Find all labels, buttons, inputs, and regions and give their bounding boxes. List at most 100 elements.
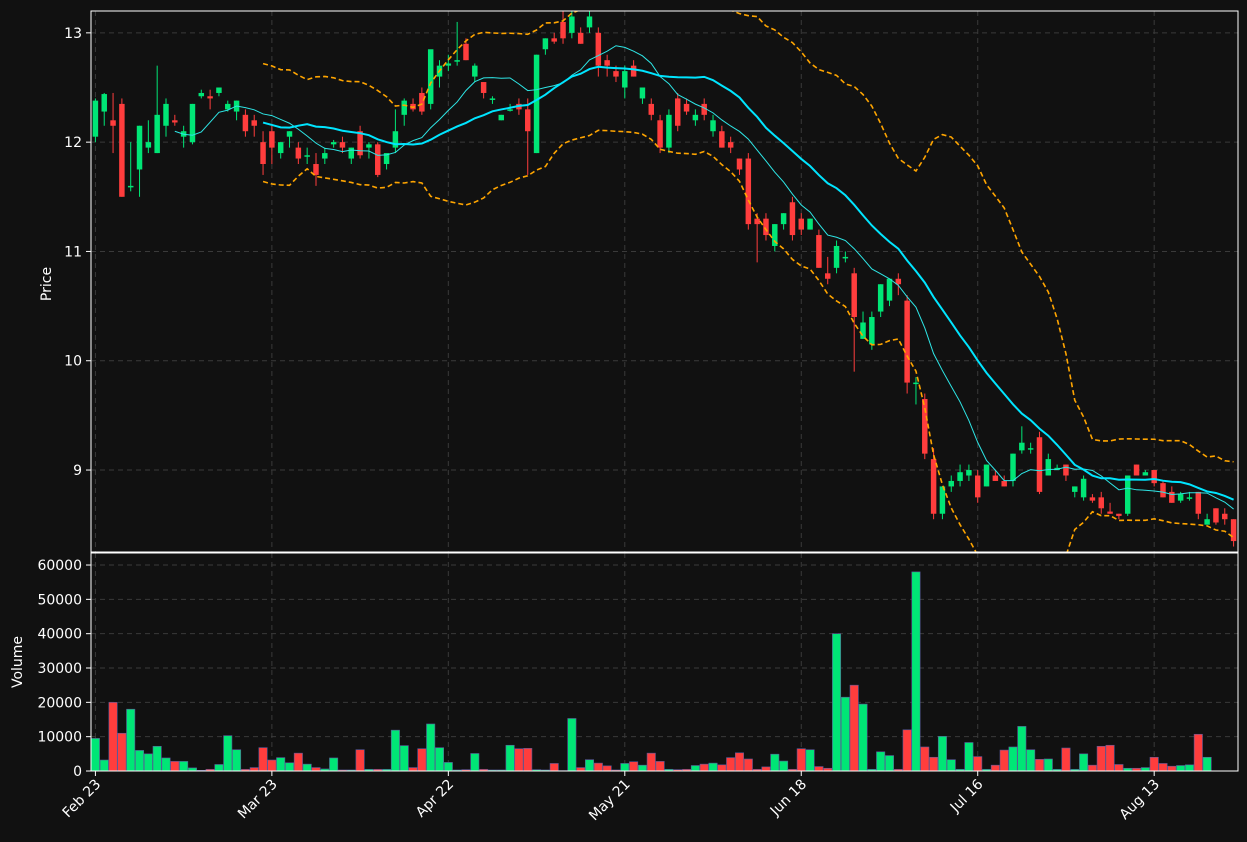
volume-bar: [884, 755, 894, 771]
volume-bar: [505, 744, 515, 771]
volume-bar: [690, 765, 700, 771]
candle-body: [577, 32, 584, 44]
volume-bar: [258, 747, 268, 771]
candle-body: [1230, 519, 1237, 542]
candle-body: [860, 322, 866, 339]
price-tick-label: 11: [64, 244, 82, 260]
candle-body: [930, 459, 937, 514]
candle-body: [172, 120, 178, 123]
volume-bar: [629, 761, 639, 771]
volume-bar: [637, 764, 647, 771]
volume-bar: [602, 765, 612, 771]
volume-bar: [117, 732, 127, 771]
volume-bar: [964, 742, 974, 771]
candle-body: [957, 472, 963, 481]
candle-body: [710, 120, 716, 132]
candle-body: [419, 92, 425, 112]
candle-body: [1027, 448, 1034, 450]
candle-body: [154, 114, 160, 154]
candle-body: [533, 54, 540, 154]
volume-bar: [161, 757, 171, 771]
candle-body: [666, 114, 672, 148]
candle-body: [1124, 475, 1131, 514]
volume-bar: [91, 738, 100, 771]
candle-body: [260, 142, 266, 165]
volume-tick-label: 0: [73, 764, 82, 780]
candle-body: [427, 49, 434, 104]
candle-body: [1177, 494, 1184, 501]
volume-bar: [699, 763, 709, 771]
volume-bar: [152, 745, 162, 771]
candle-body: [948, 480, 954, 487]
volume-bar: [223, 735, 233, 771]
volume-bar: [1043, 758, 1053, 771]
volume-bar: [1096, 745, 1106, 771]
candle-body: [648, 103, 655, 115]
candle-body: [92, 100, 99, 137]
volume-bar: [249, 767, 259, 771]
candle-body: [1072, 486, 1078, 492]
volume-bar: [302, 763, 312, 771]
volume-bar: [108, 702, 118, 771]
candle-body: [525, 109, 531, 132]
volume-bar: [717, 764, 727, 771]
volume-tick-label: 10000: [37, 730, 82, 746]
volume-bar: [1176, 765, 1186, 771]
candle-body: [366, 144, 372, 148]
candle-body: [1001, 480, 1007, 487]
candle-body: [789, 202, 796, 236]
candle-body: [586, 16, 593, 28]
volume-bar: [1034, 759, 1044, 771]
candle-body: [780, 213, 787, 225]
volume-bar: [170, 761, 180, 771]
candle-body: [242, 114, 249, 132]
volume-bar: [937, 736, 947, 771]
candle-body: [1036, 437, 1043, 492]
volume-panel: Feb 23 Mar 23 Apr 22 May 21 Jun 18 Jul 16 Aug …: [37, 552, 1239, 824]
volume-tick-label: 50000: [37, 592, 82, 608]
candle-body: [198, 92, 205, 97]
candle-body: [727, 142, 734, 148]
candle-body: [745, 158, 752, 225]
candle-body: [1045, 459, 1052, 476]
volume-bar: [726, 757, 736, 771]
candle-body: [754, 218, 760, 225]
candle-body: [1222, 513, 1228, 520]
candle-body: [225, 103, 231, 110]
candle-body: [683, 103, 690, 112]
volume-bar: [1087, 764, 1097, 771]
volume-bar: [435, 747, 445, 771]
x-tick-label: Mar 23: [235, 777, 281, 823]
candle-body: [375, 144, 381, 175]
candle-body: [110, 120, 116, 126]
volume-bar: [143, 753, 153, 771]
candle-body: [304, 155, 310, 157]
volume-bar: [920, 746, 930, 771]
candle-body: [595, 32, 602, 66]
volume-bar: [779, 760, 789, 771]
candle-body: [569, 16, 575, 33]
price-panel: 9 10 11 12 13: [64, 10, 1239, 553]
volume-bar: [620, 763, 630, 771]
candle-body: [498, 114, 505, 121]
candle-body: [904, 300, 910, 383]
candle-body: [127, 185, 134, 188]
volume-bar: [1017, 726, 1027, 771]
candle-body: [472, 65, 478, 77]
volume-bar: [1167, 765, 1177, 771]
volume-bar: [946, 759, 956, 771]
volume-bar: [1193, 733, 1203, 771]
candle-body: [1151, 470, 1157, 484]
volume-bar: [1061, 747, 1071, 771]
volume-bar: [770, 753, 780, 771]
volume-bar: [426, 723, 436, 771]
x-tick-label: Apr 22: [413, 777, 457, 821]
volume-bar: [840, 696, 850, 771]
volume-bar: [973, 756, 983, 771]
candle-body: [1063, 464, 1069, 476]
volume-bar: [1202, 756, 1212, 771]
candle-body: [251, 120, 257, 126]
price-tick-label: 9: [73, 463, 82, 479]
candle-body: [1204, 519, 1210, 525]
candle-body: [674, 98, 681, 126]
